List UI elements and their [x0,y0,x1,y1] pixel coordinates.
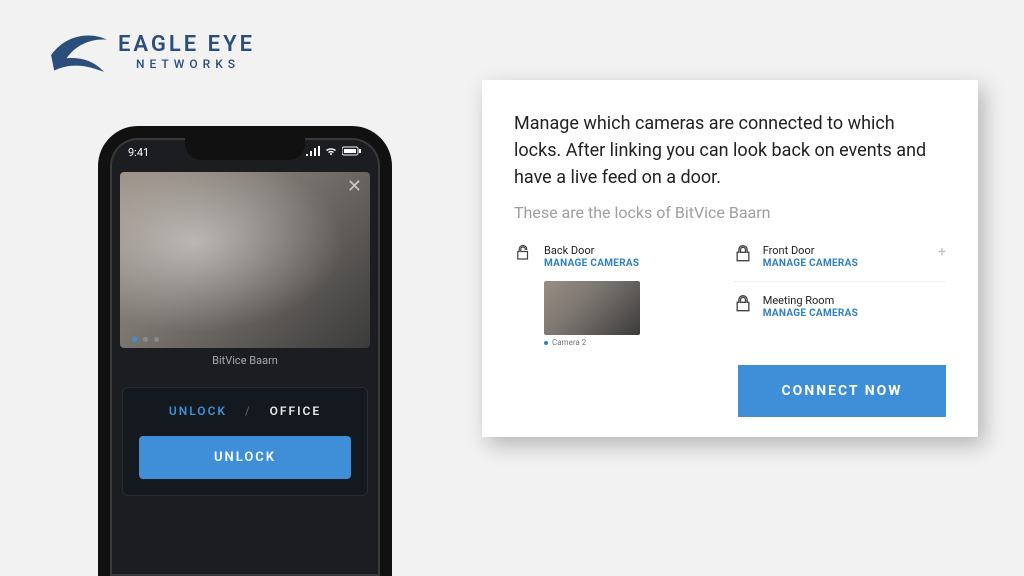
camera-caption: Camera 2 [544,338,713,347]
wifi-icon [324,146,338,159]
pager-dots[interactable] [132,337,159,342]
logo-line1: EAGLE EYE [118,34,255,56]
camera-live-view[interactable]: ✕ [120,172,370,348]
manage-cameras-link[interactable]: MANAGE CAMERAS [763,258,858,269]
phone-notch [185,138,305,160]
close-icon[interactable]: ✕ [347,176,362,197]
panel-subtitle: These are the locks of BitVice Baarn [514,203,946,222]
lock-icon [733,244,753,268]
lock-item-back-door: Back Door MANAGE CAMERAS [514,238,713,275]
phone-mockup: 9:41 ✕ BitVice Baarn UNLOCK / OFFICE UNL… [98,126,392,576]
logo-line2: NETWORKS [136,58,255,70]
battery-icon [342,146,362,159]
manage-cameras-link[interactable]: MANAGE CAMERAS [763,308,858,319]
connect-now-button[interactable]: CONNECT NOW [738,365,946,417]
status-time: 9:41 [128,146,149,159]
brand-logo: EAGLE EYE NETWORKS [48,26,255,78]
camera-thumbnail[interactable] [544,281,640,335]
lock-icon [514,244,534,266]
tab-separator: / [245,404,252,418]
plus-icon[interactable]: + [938,244,946,260]
lock-item-front-door: Front Door MANAGE CAMERAS + [733,238,946,275]
lock-name: Front Door [763,244,858,257]
manage-panel: Manage which cameras are connected to wh… [482,80,978,437]
tab-unlock[interactable]: UNLOCK [169,404,227,418]
signal-icon [306,146,320,159]
unlock-button[interactable]: UNLOCK [139,436,351,479]
lock-icon [733,294,753,318]
lock-item-meeting-room: Meeting Room MANAGE CAMERAS [733,281,946,325]
manage-cameras-link[interactable]: MANAGE CAMERAS [544,258,639,269]
tab-office[interactable]: OFFICE [270,404,322,418]
lock-name: Meeting Room [763,294,858,307]
control-card: UNLOCK / OFFICE UNLOCK [122,387,368,496]
camera-label: BitVice Baarn [110,354,380,367]
lock-name: Back Door [544,244,639,257]
panel-description: Manage which cameras are connected to wh… [514,110,946,191]
active-dot-icon [544,341,548,345]
mode-tabs: UNLOCK / OFFICE [139,404,351,418]
eagle-icon [48,26,110,78]
